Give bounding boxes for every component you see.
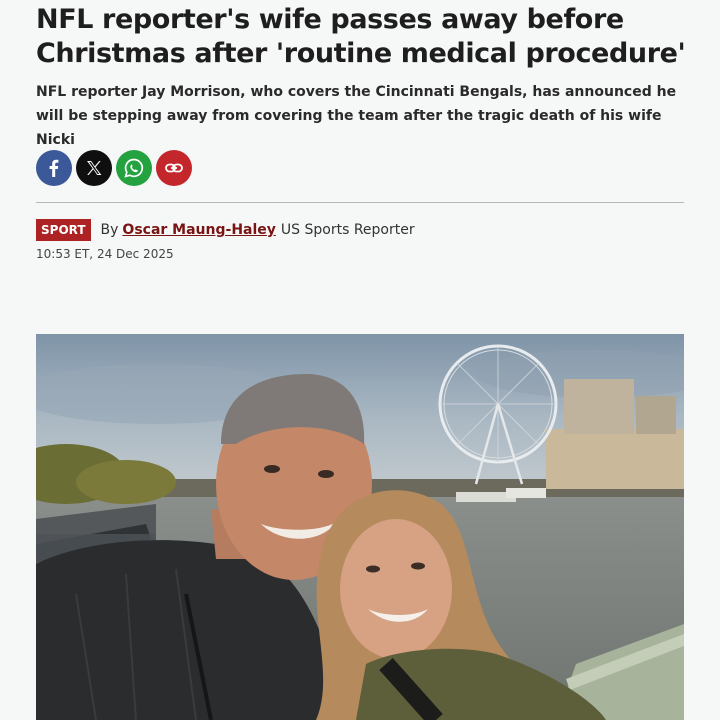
x-share-button[interactable] [76,150,112,186]
link-icon [165,163,183,173]
whatsapp-icon [124,158,144,178]
hero-photo [36,334,684,720]
article-standfirst: NFL reporter Jay Morrison, who covers th… [36,84,677,148]
x-icon [87,161,102,175]
share-buttons [36,150,192,186]
hero-image[interactable] [36,334,684,720]
byline-prefix: By [100,222,119,238]
section-badge[interactable]: SPORT [36,219,91,241]
facebook-share-button[interactable] [36,150,72,186]
author-link[interactable]: Oscar Maung-Haley [122,222,276,238]
article-headline: NFL reporter's wife passes away before C… [36,4,686,69]
whatsapp-share-button[interactable] [116,150,152,186]
facebook-icon [49,159,59,177]
byline: SPORT By Oscar Maung-Haley US Sports Rep… [36,219,415,241]
publish-timestamp: 10:53 ET, 24 Dec 2025 [36,247,174,261]
byline-divider [36,202,684,203]
author-role: US Sports Reporter [280,222,415,238]
copy-link-button[interactable] [156,150,192,186]
